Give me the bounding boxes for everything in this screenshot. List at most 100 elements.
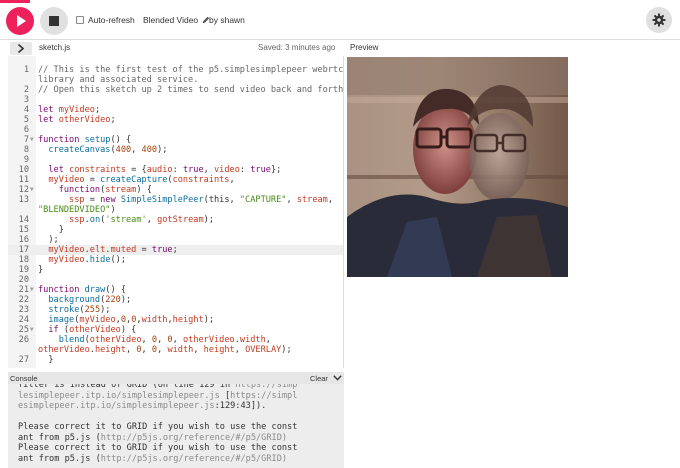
code-line[interactable]: 6 bbox=[8, 125, 343, 135]
line-number: 2 bbox=[23, 85, 29, 95]
save-status: Saved: 3 minutes ago bbox=[258, 43, 336, 52]
code-line[interactable]: 12 ▼ function(stream) { bbox=[8, 185, 343, 195]
line-number: 18 bbox=[18, 255, 29, 265]
auto-refresh-checkbox[interactable] bbox=[76, 16, 84, 24]
line-number: 22 bbox=[18, 295, 29, 305]
code-text: // This is the first test of the p5.simp… bbox=[38, 65, 344, 75]
code-line[interactable]: 24 image(myVideo,0,0,width,height); bbox=[8, 315, 343, 325]
console-line: Please correct it to GRID if you wish to… bbox=[18, 422, 298, 432]
code-line[interactable]: 11 myVideo = createCapture(constraints, bbox=[8, 175, 343, 185]
line-number: 9 bbox=[23, 155, 29, 165]
console-line: filter is instead of GRID (on line 129 i… bbox=[18, 384, 298, 390]
stop-icon bbox=[49, 16, 59, 26]
auto-refresh-label: Auto-refresh bbox=[88, 15, 135, 25]
code-line[interactable]: 1 // This is the first test of the p5.sim… bbox=[8, 65, 344, 75]
code-line[interactable]: otherVideo.height, 0, 0, width, height, … bbox=[8, 345, 343, 355]
line-number: 11 bbox=[18, 175, 29, 185]
console-line: ant from p5.js (http://p5js.org/referenc… bbox=[18, 432, 288, 443]
console-header: Console Clear bbox=[8, 372, 344, 384]
code-text: ); bbox=[38, 235, 59, 245]
code-line[interactable]: 3 bbox=[8, 95, 343, 105]
preview-label: Preview bbox=[350, 43, 379, 52]
sketch-name-label: Blended Video bbox=[143, 15, 199, 25]
line-number: 21 bbox=[18, 285, 29, 295]
code-line[interactable]: 16 ); bbox=[8, 235, 343, 245]
code-line[interactable]: "BLENDEDVIDEO") bbox=[8, 205, 343, 215]
code-line[interactable]: 7 ▼ function setup() { bbox=[8, 135, 343, 145]
code-line[interactable]: 18 myVideo.hide(); bbox=[8, 255, 343, 265]
console-clear-button[interactable]: Clear bbox=[310, 374, 328, 383]
line-number: 23 bbox=[18, 305, 29, 315]
code-line[interactable]: 19} bbox=[8, 265, 343, 275]
line-number: 15 bbox=[18, 225, 29, 235]
code-editor[interactable]: 1 // This is the first test of the p5.sim… bbox=[8, 56, 344, 368]
line-number: 6 bbox=[23, 125, 29, 135]
line-number: 20 bbox=[18, 275, 29, 285]
stop-button[interactable] bbox=[40, 7, 68, 35]
preview-canvas bbox=[347, 57, 568, 277]
code-text: myVideo.elt.muted = true; bbox=[48, 245, 178, 255]
settings-button[interactable] bbox=[646, 7, 672, 33]
line-number: 24 bbox=[18, 315, 29, 325]
code-line[interactable]: 10 let constraints = {audio: true, video… bbox=[8, 165, 343, 175]
code-text: image(myVideo,0,0,width,height); bbox=[48, 315, 215, 325]
code-line[interactable]: 17 myVideo.elt.muted = true; bbox=[8, 245, 343, 255]
code-line[interactable]: 20 bbox=[8, 275, 343, 285]
code-line[interactable]: 26 blend(otherVideo, 0, 0, otherVideo.wi… bbox=[8, 335, 343, 345]
code-text: function draw() { bbox=[38, 285, 126, 295]
line-number: 17 bbox=[18, 245, 29, 255]
chevron-right-icon bbox=[17, 44, 25, 53]
line-number: 19 bbox=[18, 265, 29, 275]
code-text: stroke(255); bbox=[48, 305, 111, 315]
fold-arrow-icon[interactable]: ▼ bbox=[30, 135, 34, 145]
line-number: 13 bbox=[18, 195, 29, 205]
chevron-down-icon[interactable] bbox=[333, 375, 342, 381]
play-button[interactable] bbox=[6, 7, 34, 35]
code-line[interactable]: 25 ▼ if (otherVideo) { bbox=[8, 325, 343, 335]
auto-refresh-toggle[interactable]: Auto-refresh bbox=[76, 15, 135, 25]
code-line[interactable]: 27 } bbox=[8, 355, 343, 365]
code-line[interactable]: 8 createCanvas(400, 400); bbox=[8, 145, 343, 155]
code-text: let myVideo; bbox=[38, 105, 101, 115]
code-line[interactable]: 2 // Open this sketch up 2 times to send … bbox=[8, 85, 343, 95]
file-tab[interactable]: sketch.js bbox=[39, 43, 70, 52]
code-text: myVideo.hide(); bbox=[48, 255, 126, 265]
code-line[interactable]: 14 ssp.on('stream', gotStream); bbox=[8, 215, 343, 225]
code-line[interactable]: library and associated service. bbox=[8, 75, 343, 85]
code-text: let constraints = {audio: true, video: t… bbox=[48, 165, 282, 175]
code-line[interactable]: 23 stroke(255); bbox=[8, 305, 343, 315]
console-output: filter is instead of GRID (on line 129 i… bbox=[8, 384, 344, 468]
fold-arrow-icon[interactable]: ▼ bbox=[30, 185, 34, 195]
code-text: } bbox=[38, 265, 44, 275]
fold-arrow-icon[interactable]: ▼ bbox=[30, 325, 34, 335]
code-line[interactable]: 15 } bbox=[8, 225, 343, 235]
code-line[interactable]: 4 let myVideo; bbox=[8, 105, 343, 115]
gear-icon bbox=[652, 13, 666, 27]
code-text: } bbox=[38, 225, 64, 235]
code-line[interactable]: 21 ▼ function draw() { bbox=[8, 285, 343, 295]
line-number: 12 bbox=[18, 185, 29, 195]
code-text: } bbox=[38, 355, 54, 365]
code-line[interactable]: 22 background(220); bbox=[8, 295, 343, 305]
code-line[interactable]: 5 let otherVideo; bbox=[8, 115, 343, 125]
sketch-name[interactable]: Blended Video bbox=[143, 15, 210, 25]
line-number: 10 bbox=[18, 165, 29, 175]
console-line: lesimplepeer.itp.io/simplesimplepeer.js … bbox=[18, 390, 298, 401]
expand-sidebar-button[interactable] bbox=[10, 42, 32, 55]
console-line: Please correct it to GRID if you wish to… bbox=[18, 443, 298, 453]
line-number: 25 bbox=[18, 325, 29, 335]
line-number: 3 bbox=[23, 95, 29, 105]
code-text: myVideo = createCapture(constraints, bbox=[48, 175, 235, 185]
code-text: function(stream) { bbox=[58, 185, 152, 195]
line-number: 16 bbox=[18, 235, 29, 245]
line-number: 26 bbox=[18, 335, 29, 345]
code-text: function setup() { bbox=[38, 135, 132, 145]
fold-arrow-icon[interactable]: ▼ bbox=[30, 285, 34, 295]
sketch-owner: by shawn bbox=[209, 15, 245, 25]
line-number: 5 bbox=[23, 115, 29, 125]
code-text: blend(otherVideo, 0, 0, otherVideo.width… bbox=[58, 335, 271, 345]
code-line[interactable]: 9 bbox=[8, 155, 343, 165]
code-line[interactable]: 13 ssp = new SimpleSimplePeer(this, "CAP… bbox=[8, 195, 343, 205]
code-text: otherVideo.height, 0, 0, width, height, … bbox=[38, 345, 292, 355]
console-line: ant from p5.js (http://p5js.org/referenc… bbox=[18, 453, 288, 464]
